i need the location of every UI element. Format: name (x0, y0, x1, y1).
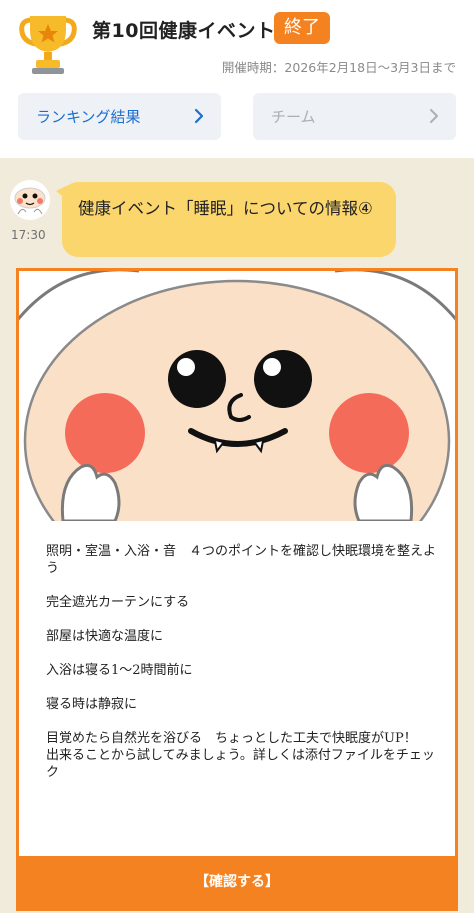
status-badge: 終了 (274, 12, 330, 44)
event-period: 開催時期：2026年2月18日〜3月3日まで (221, 60, 456, 75)
team-button[interactable]: チーム (253, 93, 456, 140)
chevron-right-icon (194, 108, 204, 124)
message-time: 17:30 (11, 228, 46, 242)
chevron-right-icon (430, 109, 438, 123)
confirm-button[interactable]: 【確認する】 (19, 856, 455, 908)
event-title: 第10回健康イベント (92, 20, 276, 42)
event-header: 第10回健康イベント 終了 開催時期：2026年2月18日〜3月3日まで ランキ… (0, 0, 474, 158)
card-paragraph: 照明・室温・入浴・音 ４つのポイントを確認し快眠環境を整えよう (46, 544, 437, 576)
card-paragraph: 完全遮光カーテンにする (46, 595, 190, 610)
ranking-results-button[interactable]: ランキング結果 (18, 93, 221, 140)
message-bubble: 健康イベント「睡眠」についての情報④ (62, 182, 396, 257)
trophy-icon (16, 12, 80, 76)
ranking-results-label: ランキング結果 (36, 108, 141, 126)
card-body: 照明・室温・入浴・音 ４つのポイントを確認し快眠環境を整えよう 完全遮光カーテン… (46, 543, 438, 798)
card-paragraph: 寝る時は静寂に (46, 697, 138, 712)
card-paragraph: 目覚めたら自然光を浴びる ちょっとした工夫で快眠度がUP！ 出来ることから試して… (46, 731, 435, 780)
info-card: 照明・室温・入浴・音 ４つのポイントを確認し快眠環境を整えよう 完全遮光カーテン… (16, 268, 458, 911)
card-paragraph: 入浴は寝る1〜2時間前に (46, 663, 193, 678)
mascot-avatar[interactable] (10, 180, 50, 220)
card-paragraph: 部屋は快適な温度に (46, 629, 164, 644)
team-label: チーム (271, 108, 316, 126)
mascot-illustration (19, 271, 455, 521)
